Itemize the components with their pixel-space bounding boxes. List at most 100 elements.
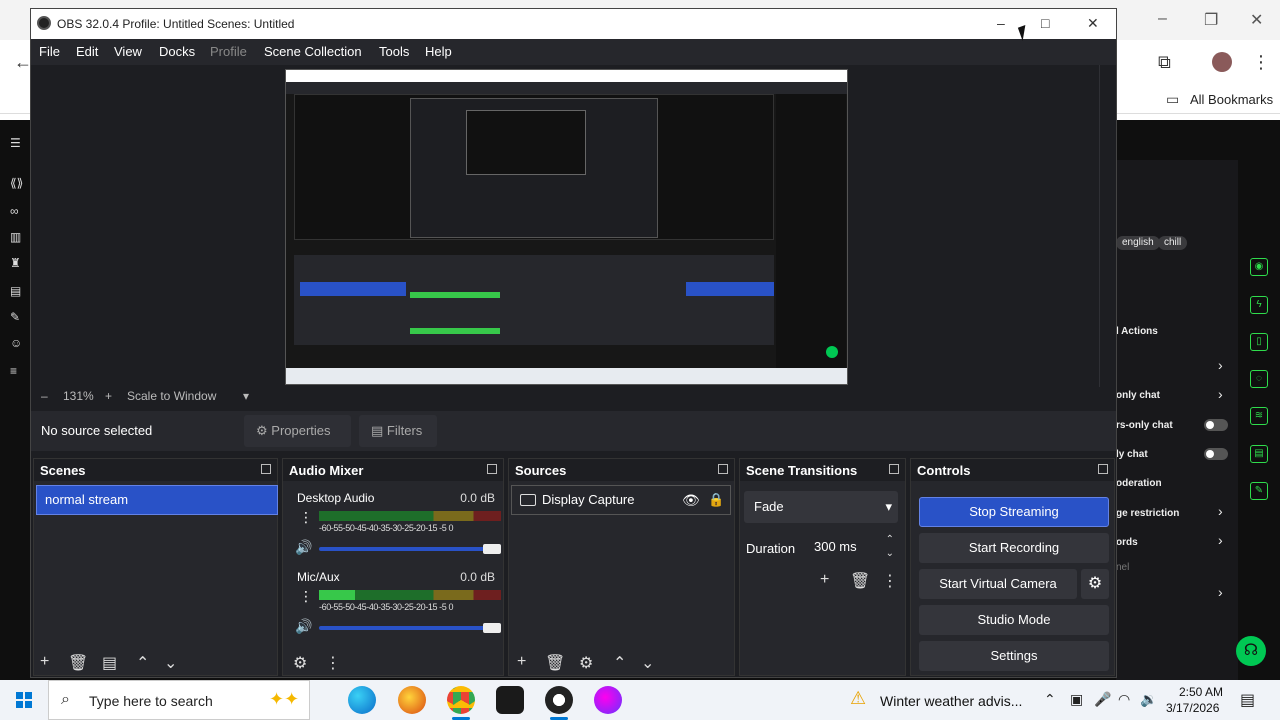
add-icon[interactable]: + — [517, 653, 526, 671]
menu-docks[interactable]: Docks — [159, 44, 195, 59]
broadcast-icon[interactable]: ⟪⟫ — [10, 176, 23, 190]
browser-close-icon[interactable]: ✕ — [1250, 10, 1263, 30]
trophy-icon[interactable]: ♜ — [10, 256, 21, 270]
headset-icon[interactable]: ☊ — [1236, 636, 1266, 666]
studio-mode-button[interactable]: Studio Mode — [919, 605, 1109, 635]
menu-scene-collection[interactable]: Scene Collection — [264, 44, 362, 59]
capcut-icon[interactable] — [496, 686, 524, 714]
list-icon[interactable]: ≡ — [10, 364, 17, 378]
preview-scrollbar[interactable] — [1099, 65, 1115, 387]
trash-icon[interactable]: 🗑 — [545, 653, 565, 673]
chevron-up-icon[interactable]: ⌃ — [1044, 691, 1056, 708]
chevron-right-icon[interactable]: › — [1218, 532, 1223, 548]
tag-english[interactable]: english — [1116, 236, 1160, 250]
undock-icon[interactable] — [1098, 464, 1108, 474]
menu-edit[interactable]: Edit — [76, 44, 98, 59]
speaker-icon[interactable]: 🔊 — [295, 539, 312, 556]
properties-button[interactable]: ⚙ Properties — [244, 415, 351, 447]
undock-icon[interactable] — [889, 464, 899, 474]
slider-handle[interactable] — [483, 544, 501, 554]
menu-icon[interactable]: ☰ — [10, 136, 21, 150]
device-icon[interactable]: ▣ — [1070, 691, 1083, 708]
card-icon[interactable]: ▤ — [10, 284, 21, 298]
clock-date[interactable]: 3/17/2026 — [1166, 701, 1219, 715]
chevron-down-icon[interactable]: ⌄ — [641, 653, 654, 673]
menu-tools[interactable]: Tools — [379, 44, 409, 59]
notification-icon[interactable]: ▤ — [1240, 690, 1255, 710]
start-recording-button[interactable]: Start Recording — [919, 533, 1109, 563]
volume-icon[interactable]: 🔉 — [1140, 691, 1157, 708]
add-icon[interactable]: + — [820, 571, 829, 589]
chat-icon[interactable]: ◌ — [1250, 370, 1268, 388]
speaker-icon[interactable]: 🔊 — [295, 618, 312, 635]
messenger-icon[interactable] — [594, 686, 622, 714]
preview-canvas[interactable] — [31, 65, 1116, 387]
filter-icon[interactable]: ▤ — [102, 653, 117, 673]
minimize-button[interactable]: – — [997, 15, 1005, 31]
warning-icon[interactable]: ⚠ — [850, 688, 866, 709]
toggle-switch[interactable] — [1204, 448, 1228, 460]
zoom-out-button[interactable]: – — [41, 389, 48, 403]
clipboard-icon[interactable]: ▯ — [1250, 333, 1268, 351]
kebab-menu-icon[interactable]: ⋮ — [325, 653, 341, 673]
chevron-up-icon[interactable]: ⌃ — [136, 653, 149, 673]
lock-icon[interactable]: 🔒 — [708, 486, 724, 514]
transition-select[interactable]: Fade ▾ — [744, 491, 898, 523]
close-button[interactable]: ✕ — [1087, 15, 1099, 32]
toggle-switch[interactable] — [1204, 419, 1228, 431]
chevron-up-icon[interactable]: ⌃ — [613, 653, 626, 673]
spinner-icon[interactable]: ⌃ ⌄ — [886, 533, 894, 561]
maximize-button[interactable]: □ — [1041, 15, 1049, 31]
chevron-down-icon[interactable]: ⌄ — [164, 653, 177, 673]
bolt-icon[interactable]: ϟ — [1250, 296, 1268, 314]
zoom-in-button[interactable]: + — [105, 389, 112, 403]
undock-icon[interactable] — [718, 464, 728, 474]
obs-icon[interactable] — [545, 686, 573, 714]
chart-icon[interactable]: ▥ — [10, 230, 21, 244]
wifi-icon[interactable]: ◠ — [1118, 691, 1130, 708]
windows-start-icon[interactable] — [16, 692, 32, 708]
gear-icon[interactable]: ⚙ — [1081, 569, 1109, 599]
kebab-menu-icon[interactable]: ⋮ — [299, 509, 313, 526]
clock-time[interactable]: 2:50 AM — [1172, 685, 1230, 699]
scene-item[interactable]: normal stream — [36, 485, 278, 515]
browser-minimize-icon[interactable]: – — [1158, 10, 1167, 28]
source-item[interactable]: Display Capture 👁 🔒 — [511, 485, 731, 515]
kebab-menu-icon[interactable]: ⋮ — [299, 588, 313, 605]
stop-streaming-button[interactable]: Stop Streaming — [919, 497, 1109, 527]
add-icon[interactable]: + — [40, 653, 49, 671]
chevron-right-icon[interactable]: › — [1218, 386, 1223, 402]
chevron-right-icon[interactable]: › — [1218, 357, 1223, 373]
undock-icon[interactable] — [261, 464, 271, 474]
people-icon[interactable]: ☺ — [10, 336, 22, 350]
app-icon[interactable] — [398, 686, 426, 714]
volume-slider[interactable] — [319, 544, 501, 554]
camera-icon[interactable]: ◉ — [1250, 258, 1268, 276]
eye-icon[interactable]: 👁 — [682, 486, 700, 514]
chevron-right-icon[interactable]: › — [1218, 584, 1223, 600]
kebab-menu-icon[interactable]: ⋮ — [882, 571, 898, 591]
obs-titlebar[interactable]: OBS 32.0.4 Profile: Untitled Scenes: Unt… — [31, 9, 1116, 39]
wrench-icon[interactable]: ✎ — [1250, 482, 1268, 500]
weather-widget[interactable]: Winter weather advis... — [880, 693, 1022, 709]
trash-icon[interactable]: 🗑 — [850, 571, 870, 591]
gear-icon[interactable]: ⚙ — [579, 653, 593, 673]
trash-icon[interactable]: 🗑 — [68, 653, 88, 673]
menu-help[interactable]: Help — [425, 44, 452, 59]
slider-handle[interactable] — [483, 623, 501, 633]
link-icon[interactable]: ∞ — [10, 204, 19, 218]
start-virtual-camera-button[interactable]: Start Virtual Camera — [919, 569, 1077, 599]
tag-chill[interactable]: chill — [1158, 236, 1188, 250]
kebab-menu-icon[interactable]: ⋮ — [1252, 52, 1270, 73]
settings-button[interactable]: Settings — [919, 641, 1109, 671]
menu-file[interactable]: File — [39, 44, 60, 59]
wrench-icon[interactable]: ✎ — [10, 310, 20, 324]
duration-input[interactable]: 300 ms ⌃ ⌄ — [808, 531, 898, 563]
menu-view[interactable]: View — [114, 44, 142, 59]
taskbar-search-box[interactable]: ⌕ Type here to search ✦✦ — [48, 680, 310, 720]
undock-icon[interactable] — [487, 464, 497, 474]
microphone-icon[interactable]: 🎤 — [1094, 691, 1111, 708]
edge-icon[interactable] — [348, 686, 376, 714]
volume-slider[interactable] — [319, 623, 501, 633]
filters-button[interactable]: ▤ Filters — [359, 415, 437, 447]
